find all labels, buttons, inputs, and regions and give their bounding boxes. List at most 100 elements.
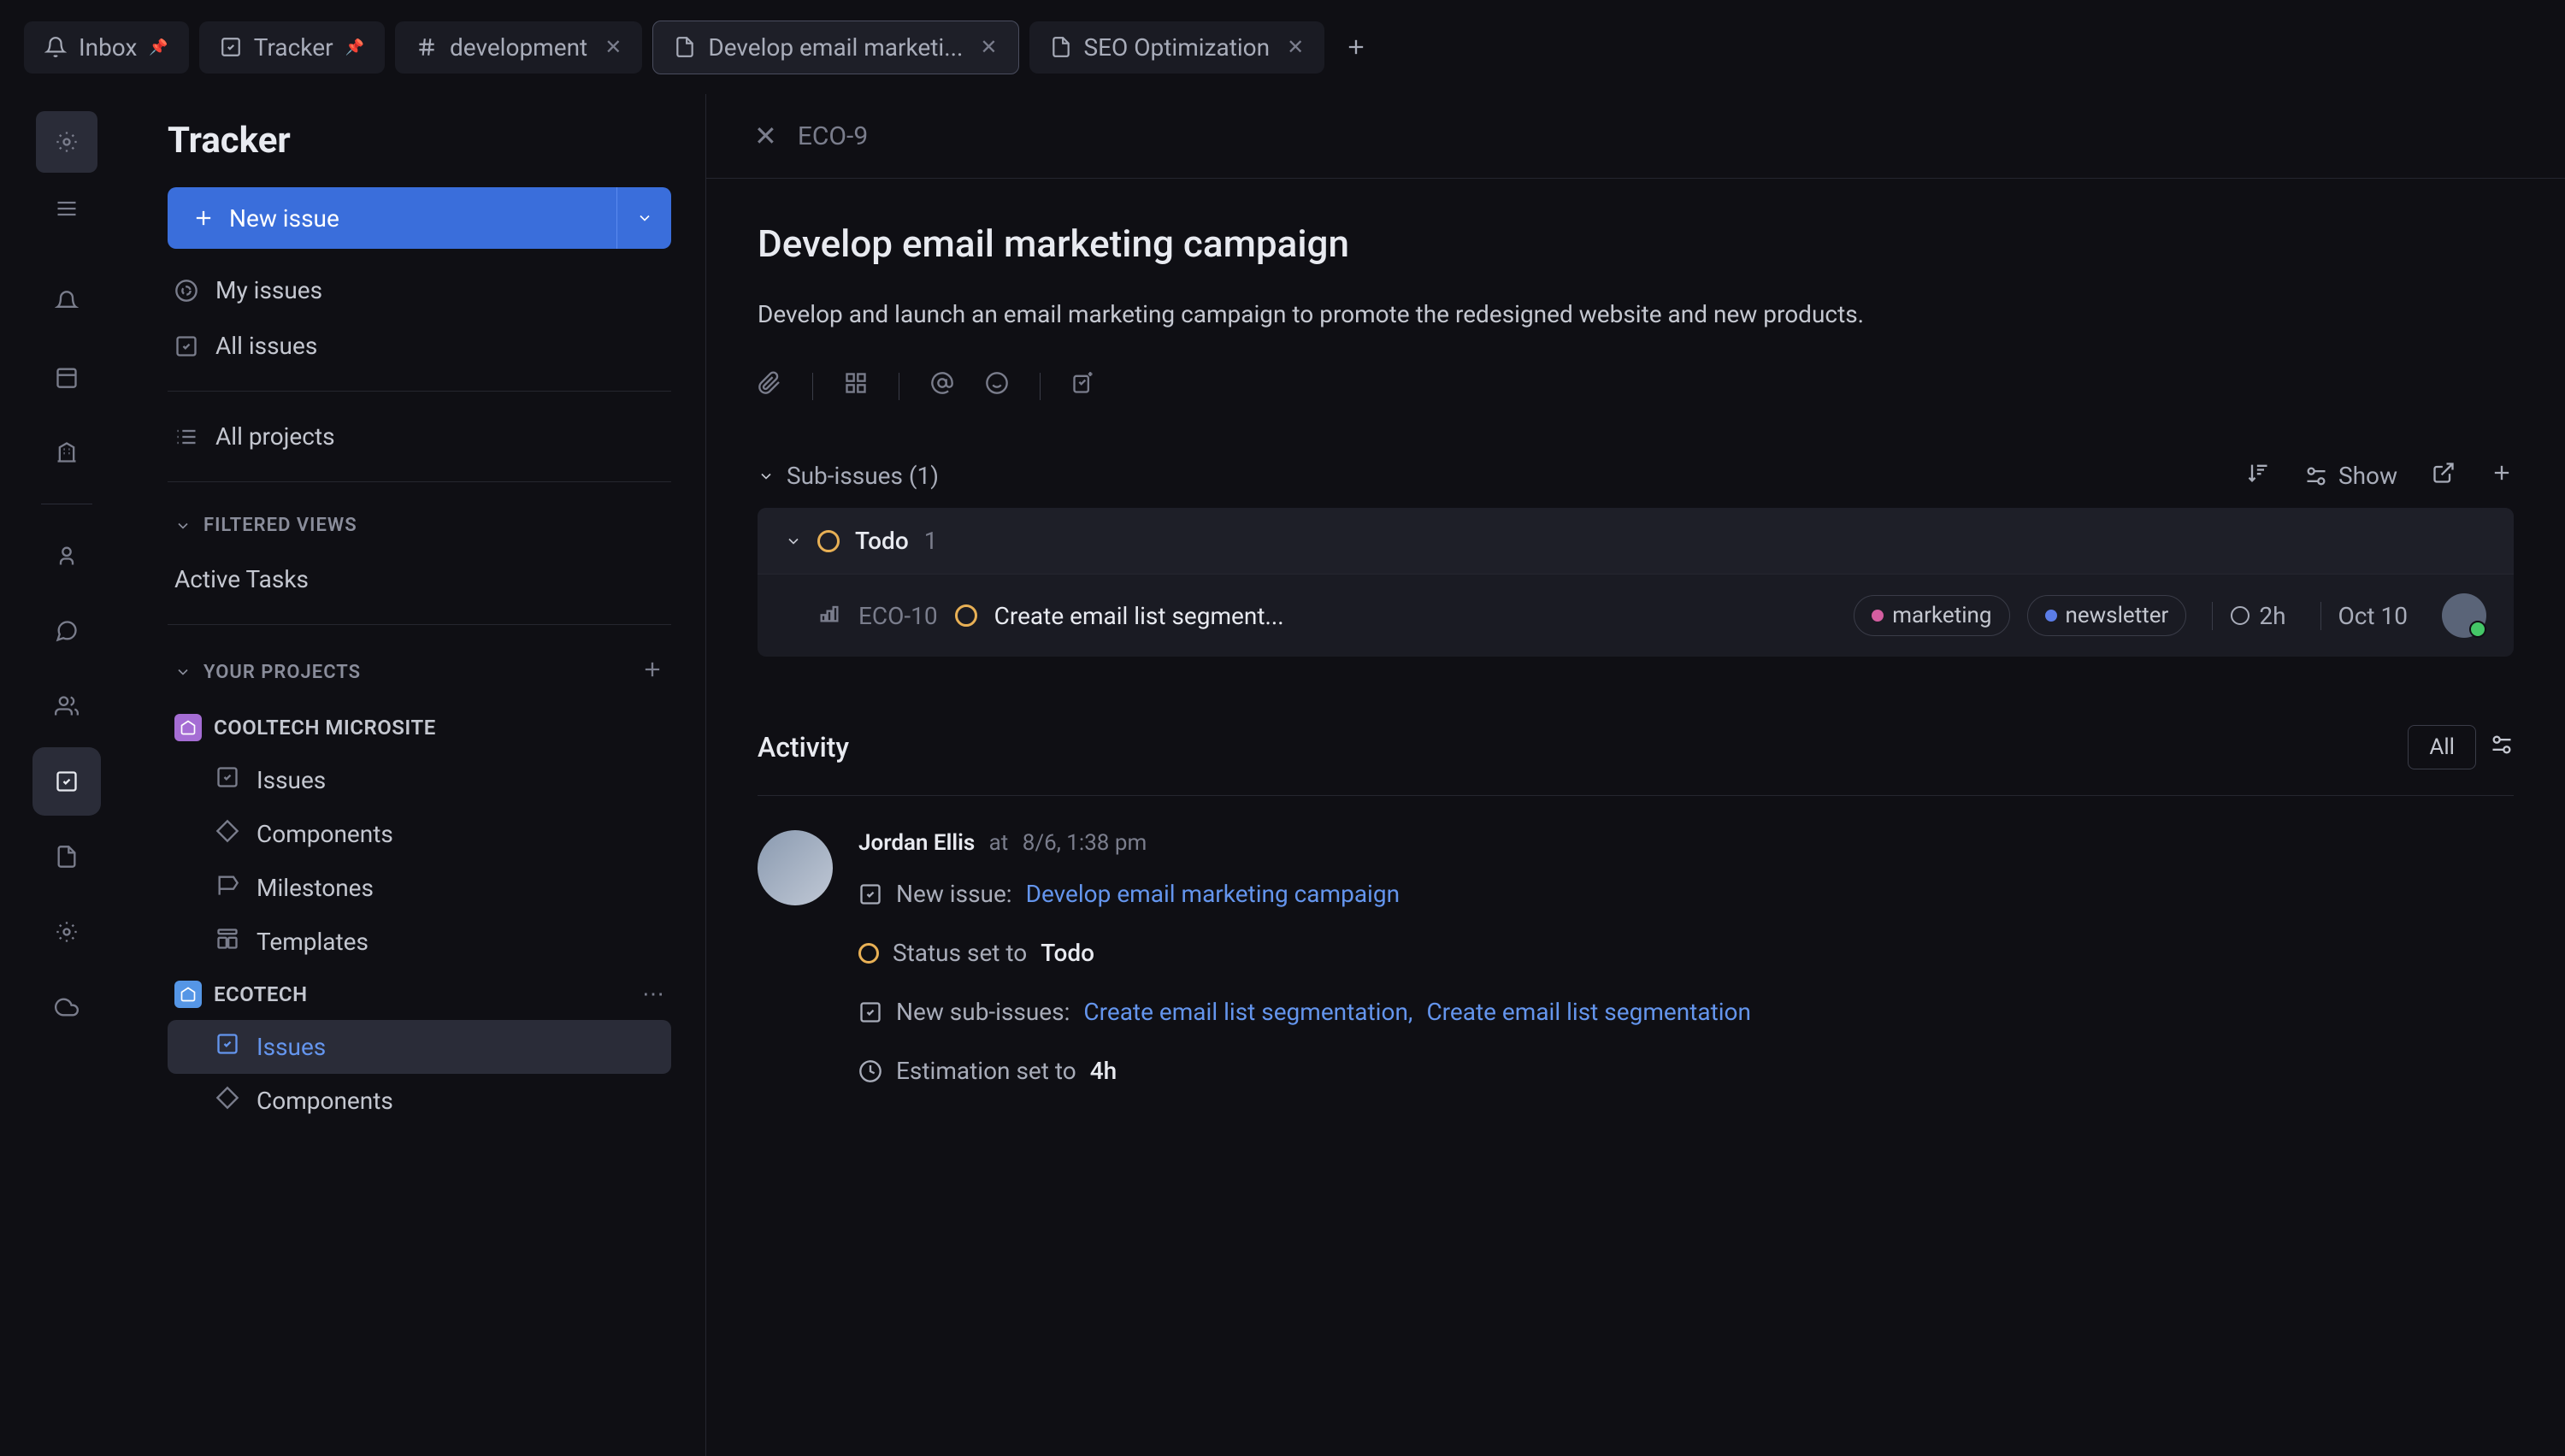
rail-tracker[interactable] xyxy=(32,747,101,816)
author-avatar[interactable] xyxy=(758,830,833,905)
add-todo-icon[interactable] xyxy=(1071,371,1095,401)
template-icon xyxy=(215,927,239,957)
issue-description[interactable]: Develop and launch an email marketing ca… xyxy=(758,300,2514,328)
new-issue-button-group: New issue xyxy=(168,187,671,249)
rail-chat[interactable] xyxy=(32,597,101,665)
milestone-icon xyxy=(215,873,239,903)
activity-estimation: Estimation set to 4h xyxy=(858,1041,2514,1100)
status-todo-icon[interactable] xyxy=(955,604,977,627)
assignee-avatar[interactable] xyxy=(2442,593,2486,638)
activity-link[interactable]: Develop email marketing campaign xyxy=(1026,880,1400,908)
target-icon xyxy=(174,279,198,303)
icon-rail xyxy=(0,94,133,1456)
activity-filter-all[interactable]: All xyxy=(2408,725,2476,769)
date-badge[interactable]: Oct 10 xyxy=(2320,602,2426,630)
diamond-icon xyxy=(215,1086,239,1116)
activity-settings-icon[interactable] xyxy=(2490,733,2514,763)
tag-marketing[interactable]: marketing xyxy=(1854,595,2009,636)
sidebar: Tracker New issue My issues All issues A… xyxy=(133,94,706,1456)
project-nav-components[interactable]: Components xyxy=(133,1074,705,1128)
sort-icon[interactable] xyxy=(2246,461,2270,491)
rail-cloud[interactable] xyxy=(32,973,101,1041)
status-todo-icon xyxy=(858,943,879,964)
list-icon xyxy=(174,425,198,449)
hamburger-icon[interactable] xyxy=(55,197,79,227)
emoji-icon[interactable] xyxy=(985,371,1009,401)
issue-id: ECO-9 xyxy=(798,121,868,151)
rail-notifications[interactable] xyxy=(32,268,101,336)
divider xyxy=(168,481,671,482)
project-badge-icon xyxy=(174,981,202,1008)
close-button[interactable]: ✕ xyxy=(754,120,777,152)
nav-my-issues[interactable]: My issues xyxy=(133,262,705,318)
workspace-icon[interactable] xyxy=(36,111,97,173)
pin-icon: 📌 xyxy=(149,38,168,56)
chevron-down-icon[interactable] xyxy=(758,468,775,485)
divider xyxy=(168,624,671,625)
nav-all-projects[interactable]: All projects xyxy=(133,409,705,464)
activity-status: Status set to Todo xyxy=(858,923,2514,982)
project-nav-components[interactable]: Components xyxy=(133,807,705,861)
check-square-icon xyxy=(858,882,882,906)
mention-icon[interactable] xyxy=(930,371,954,401)
group-count: 1 xyxy=(924,527,938,555)
subissue-id: ECO-10 xyxy=(858,602,938,630)
tag-newsletter[interactable]: newsletter xyxy=(2027,595,2187,636)
issue-title[interactable]: Develop email marketing campaign xyxy=(758,221,2514,266)
activity-timestamp: 8/6, 1:38 pm xyxy=(1023,830,1147,856)
group-header[interactable]: Todo 1 xyxy=(758,508,2514,574)
show-button[interactable]: Show xyxy=(2304,462,2397,490)
tab-develop-email[interactable]: Develop email marketi... ✕ xyxy=(652,21,1018,74)
project-nav-templates[interactable]: Templates xyxy=(133,915,705,969)
group-status: Todo xyxy=(855,527,909,555)
tab-inbox[interactable]: Inbox 📌 xyxy=(24,21,189,74)
tab-bar: Inbox 📌 Tracker 📌 development ✕ Develop … xyxy=(0,0,2565,94)
project-nav-issues-active[interactable]: Issues xyxy=(168,1020,671,1074)
project-nav-milestones[interactable]: Milestones xyxy=(133,861,705,915)
tab-tracker[interactable]: Tracker 📌 xyxy=(199,21,385,74)
rail-team[interactable] xyxy=(32,672,101,740)
new-issue-button[interactable]: New issue xyxy=(168,204,616,233)
document-icon xyxy=(1050,36,1072,58)
project-badge-icon xyxy=(174,714,202,741)
section-your-projects[interactable]: YOUR PROJECTS xyxy=(133,642,705,702)
subissue-title: Create email list segment... xyxy=(994,602,1837,630)
section-filtered-views[interactable]: FILTERED VIEWS xyxy=(133,499,705,551)
add-subissue-icon[interactable] xyxy=(2490,461,2514,491)
add-project-button[interactable] xyxy=(640,657,664,687)
external-link-icon[interactable] xyxy=(2432,461,2456,491)
project-ecotech[interactable]: ECOTECH ⋯ xyxy=(133,969,705,1020)
project-cooltech[interactable]: COOLTECH MICROSITE xyxy=(133,702,705,753)
project-nav-issues[interactable]: Issues xyxy=(133,753,705,807)
add-tab-button[interactable] xyxy=(1335,26,1377,68)
new-issue-dropdown[interactable] xyxy=(616,187,671,249)
rail-profile[interactable] xyxy=(32,522,101,590)
close-icon[interactable]: ✕ xyxy=(1287,35,1304,59)
tab-seo[interactable]: SEO Optimization ✕ xyxy=(1029,21,1325,74)
nav-all-issues[interactable]: All issues xyxy=(133,318,705,374)
close-icon[interactable]: ✕ xyxy=(604,35,622,59)
chevron-down-icon xyxy=(785,533,802,550)
project-more-button[interactable]: ⋯ xyxy=(642,981,664,1007)
rail-settings[interactable] xyxy=(32,898,101,966)
close-icon[interactable]: ✕ xyxy=(980,35,997,59)
filtered-view-active-tasks[interactable]: Active Tasks xyxy=(133,551,705,607)
grid-icon[interactable] xyxy=(844,371,868,401)
divider xyxy=(168,391,671,392)
activity-link[interactable]: Create email list segmentation xyxy=(1426,998,1751,1026)
editor-toolbar xyxy=(758,371,2514,427)
estimation-badge[interactable]: 2h xyxy=(2212,602,2303,630)
status-todo-icon xyxy=(817,530,840,552)
activity-header: Activity All xyxy=(758,725,2514,796)
rail-documents[interactable] xyxy=(32,822,101,891)
attachment-icon[interactable] xyxy=(758,371,781,401)
tab-development[interactable]: development ✕ xyxy=(395,21,642,74)
rail-calendar[interactable] xyxy=(32,343,101,411)
priority-icon[interactable] xyxy=(817,601,841,631)
check-square-icon xyxy=(174,334,198,358)
subissue-row[interactable]: ECO-10 Create email list segment... mark… xyxy=(758,574,2514,657)
activity-link[interactable]: Create email list segmentation, xyxy=(1083,998,1412,1026)
document-icon xyxy=(674,36,696,58)
rail-company[interactable] xyxy=(32,418,101,486)
clock-icon xyxy=(858,1059,882,1083)
